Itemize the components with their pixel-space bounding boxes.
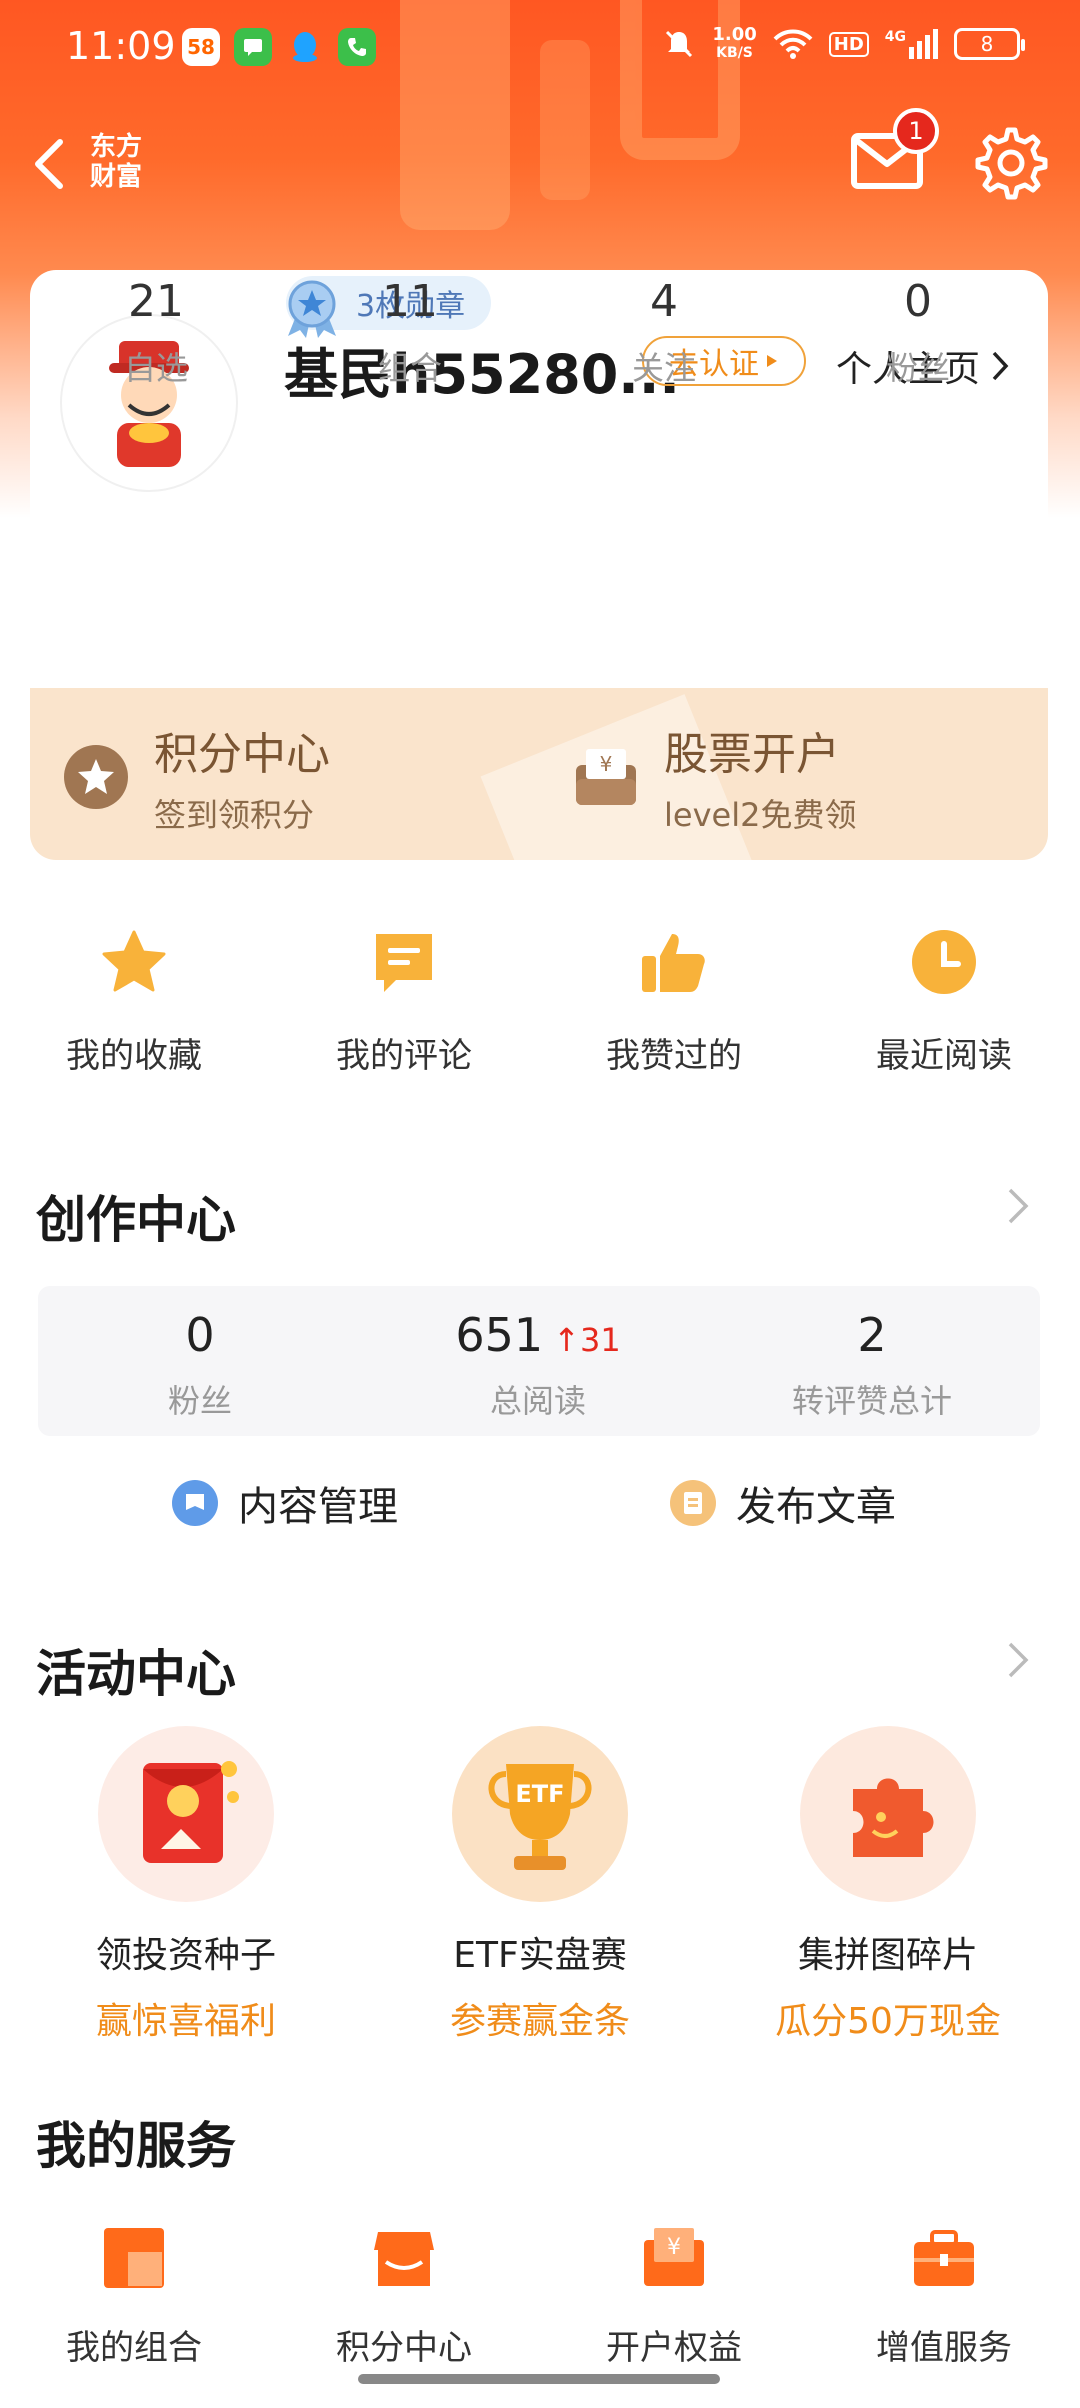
star-icon — [96, 924, 172, 1000]
stat-fans[interactable]: 0 粉丝 — [818, 276, 1018, 389]
service-account-benefits[interactable]: ¥ 开户权益 — [564, 2226, 784, 2369]
chevron-right-icon — [1008, 1188, 1029, 1224]
wallet-yuan-icon: ¥ — [576, 749, 636, 805]
play-triangle-icon — [767, 355, 777, 367]
svg-text:ETF: ETF — [515, 1780, 564, 1808]
thumbs-up-icon — [636, 924, 712, 1000]
clock-icon — [906, 924, 982, 1000]
service-my-portfolio[interactable]: 我的组合 — [24, 2226, 244, 2369]
activity-puzzle[interactable]: 集拼图碎片 瓜分50万现金 — [738, 1726, 1038, 2044]
status-indicators: 1.00 KB/S HD 4G 8 — [662, 24, 1025, 62]
hd-icon: HD — [828, 31, 869, 57]
chevron-right-icon — [1008, 1642, 1029, 1678]
creator-center-title: 创作中心 — [36, 1191, 236, 1249]
stat-following[interactable]: 4 关注 — [564, 276, 764, 389]
app-58-icon: 58 — [182, 28, 220, 66]
svg-text:¥: ¥ — [600, 752, 613, 776]
creator-center-more[interactable] — [1004, 1186, 1034, 1226]
briefcase-icon — [912, 2226, 976, 2290]
qq-icon — [286, 28, 324, 66]
reads-increase: ↑31 — [553, 1321, 621, 1359]
stat-portfolio[interactable]: 11 组合 — [310, 276, 510, 389]
wifi-icon — [773, 29, 813, 59]
home-indicator[interactable] — [358, 2374, 720, 2384]
status-time: 11:09 — [66, 24, 176, 68]
creator-stat-reads[interactable]: 651 ↑31 总阅读 — [388, 1308, 688, 1422]
service-points-center[interactable]: 积分中心 — [294, 2226, 514, 2369]
store-icon — [372, 2226, 436, 2290]
document-icon — [670, 1480, 716, 1526]
up-arrow-icon: ↑ — [553, 1321, 580, 1359]
stat-watchlist[interactable]: 21 自选 — [56, 276, 256, 389]
mute-icon — [666, 30, 693, 58]
activity-center-more[interactable] — [1004, 1640, 1034, 1680]
battery-icon: 8 — [954, 28, 1025, 60]
creator-stat-fans[interactable]: 0 粉丝 — [50, 1308, 350, 1422]
quick-favorites[interactable]: 我的收藏 — [24, 924, 244, 1077]
my-services-title: 我的服务 — [36, 2117, 236, 2175]
service-value-added[interactable]: 增值服务 — [834, 2226, 1054, 2369]
svg-text:¥: ¥ — [667, 2235, 681, 2260]
content-management-icon — [172, 1480, 218, 1526]
gear-icon — [975, 127, 1048, 200]
back-arrow-icon — [35, 139, 63, 189]
signal-icon: 4G — [885, 29, 938, 59]
activity-etf-contest[interactable]: ETF ETF实盘赛 参赛赢金条 — [390, 1726, 690, 2044]
phone-app-icon — [338, 28, 376, 66]
quick-comments[interactable]: 我的评论 — [294, 924, 514, 1077]
settings-button[interactable] — [968, 122, 1048, 202]
mail-unread-badge: 1 — [893, 108, 939, 154]
points-star-icon — [64, 745, 128, 809]
status-bar: 11:09 58 1.00 KB/S HD 4G 8 — [0, 0, 1080, 96]
activity-invest-seed[interactable]: 领投资种子 赢惊喜福利 — [36, 1726, 336, 2044]
quick-recent-reading[interactable]: 最近阅读 — [834, 924, 1054, 1077]
stock-account-entry[interactable]: ¥ 股票开户 level2免费领 — [572, 718, 856, 836]
points-center-entry[interactable]: 积分中心 签到领积分 — [62, 718, 330, 836]
back-button[interactable] — [22, 124, 92, 204]
network-speed: 1.00 KB/S — [712, 24, 757, 62]
publish-article-button[interactable]: 发布文章 — [670, 1474, 896, 1532]
creator-stats-box: 0 粉丝 651 ↑31 总阅读 2 转评赞总计 — [38, 1286, 1040, 1436]
creator-stat-interactions[interactable]: 2 转评赞总计 — [722, 1308, 1022, 1422]
trophy-icon: ETF — [452, 1726, 628, 1902]
portfolio-icon — [102, 2226, 166, 2290]
content-management-button[interactable]: 内容管理 — [172, 1474, 398, 1532]
puzzle-piece-icon — [800, 1726, 976, 1902]
message-app-icon — [234, 28, 272, 66]
activity-center-title: 活动中心 — [36, 1645, 236, 1703]
comment-icon — [366, 924, 442, 1000]
quick-liked[interactable]: 我赞过的 — [564, 924, 784, 1077]
yuan-card-icon: ¥ — [642, 2226, 706, 2290]
brand-logo: 东方 财富 — [90, 132, 143, 192]
red-envelope-icon — [98, 1726, 274, 1902]
